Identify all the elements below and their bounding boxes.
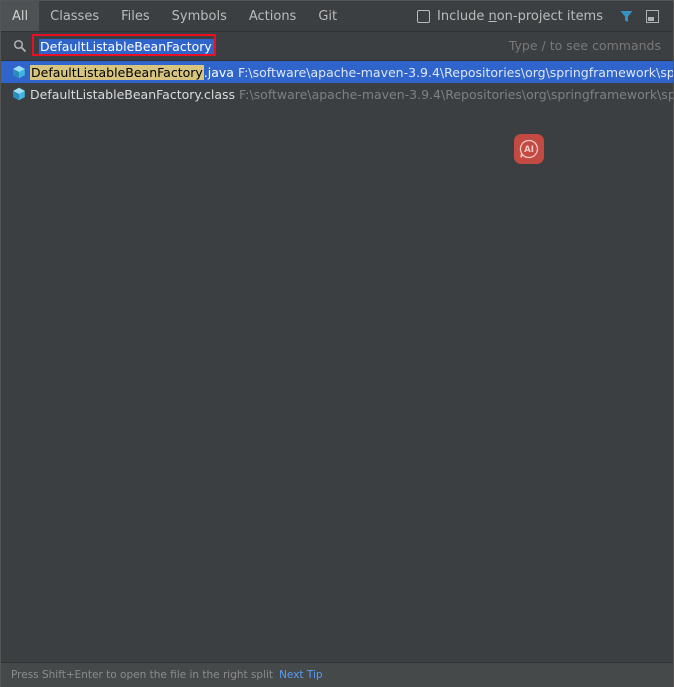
result-file-name: DefaultListableBeanFactory.java bbox=[30, 64, 234, 80]
status-footer: Press Shift+Enter to open the file in th… bbox=[1, 662, 673, 687]
tab-all[interactable]: All bbox=[1, 1, 40, 31]
tab-classes[interactable]: Classes bbox=[39, 1, 110, 31]
result-row[interactable]: DefaultListableBeanFactory.java F:\softw… bbox=[1, 61, 673, 83]
search-icon bbox=[13, 39, 27, 53]
ai-badge-label: AI bbox=[524, 145, 534, 155]
tab-actions[interactable]: Actions bbox=[238, 1, 308, 31]
results-list: DefaultListableBeanFactory.java F:\softw… bbox=[1, 61, 673, 661]
footer-tip-text: Press Shift+Enter to open the file in th… bbox=[11, 669, 274, 681]
tab-git[interactable]: Git bbox=[307, 1, 348, 31]
result-file-path: F:\software\apache-maven-3.9.4\Repositor… bbox=[239, 86, 673, 102]
search-input[interactable]: DefaultListableBeanFactory bbox=[39, 39, 214, 54]
result-file-name: DefaultListableBeanFactory.class bbox=[30, 86, 236, 102]
java-file-icon bbox=[12, 65, 26, 79]
preview-panel-icon[interactable] bbox=[639, 1, 665, 31]
filter-icon[interactable] bbox=[613, 1, 639, 31]
search-everywhere-popup: All Classes Files Symbols Actions Git In… bbox=[0, 0, 674, 687]
result-file-path: F:\software\apache-maven-3.9.4\Repositor… bbox=[237, 64, 673, 80]
tab-symbols[interactable]: Symbols bbox=[161, 1, 238, 31]
search-hint: Type / to see commands bbox=[508, 38, 661, 53]
next-tip-link[interactable]: Next Tip bbox=[279, 669, 322, 681]
match-highlight: DefaultListableBeanFactory bbox=[30, 64, 204, 80]
include-non-project-label: Include non-project items bbox=[437, 8, 603, 24]
include-non-project-toggle[interactable]: Include non-project items bbox=[417, 1, 603, 31]
ai-assistant-icon[interactable]: AI bbox=[514, 134, 544, 164]
tab-files[interactable]: Files bbox=[110, 1, 161, 31]
result-row[interactable]: DefaultListableBeanFactory.class F:\soft… bbox=[1, 83, 673, 105]
scope-tab-bar: All Classes Files Symbols Actions Git In… bbox=[1, 1, 673, 32]
class-file-icon bbox=[12, 87, 26, 101]
search-row: DefaultListableBeanFactory Type / to see… bbox=[1, 32, 673, 61]
include-non-project-checkbox[interactable] bbox=[417, 9, 430, 23]
